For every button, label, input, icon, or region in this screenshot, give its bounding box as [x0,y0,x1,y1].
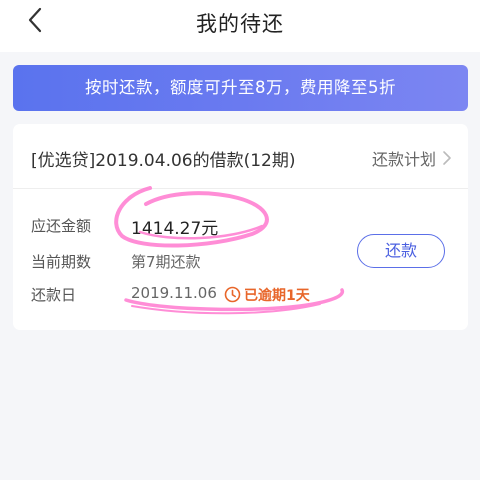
repay-button[interactable]: 还款 [357,234,445,268]
page-title: 我的待还 [196,12,284,36]
amount-label: 应还金额 [31,217,92,235]
overdue-badge: 已逾期1天 [244,288,310,304]
amount-value: 1414.27元 [131,219,219,239]
repayment-plan-link[interactable]: 还款计划 [372,146,436,170]
due-date-value: 2019.11.06 [131,284,217,302]
period-value: 第7期还款 [131,253,201,271]
period-label: 当前期数 [31,253,92,271]
loan-title: [优选贷]2019.04.06的借款(12期) [31,151,296,171]
loan-card: [优选贷]2019.04.06的借款(12期) 还款计划 应还金额 1414.2… [13,124,468,330]
divider [13,188,468,189]
clock-icon [224,286,241,303]
nav-bar: 我的待还 [0,0,480,52]
due-date-label: 还款日 [31,286,77,304]
promo-banner[interactable]: 按时还款，额度可升至8万，费用降至5折 [13,65,468,111]
chevron-right-icon[interactable] [442,150,452,166]
